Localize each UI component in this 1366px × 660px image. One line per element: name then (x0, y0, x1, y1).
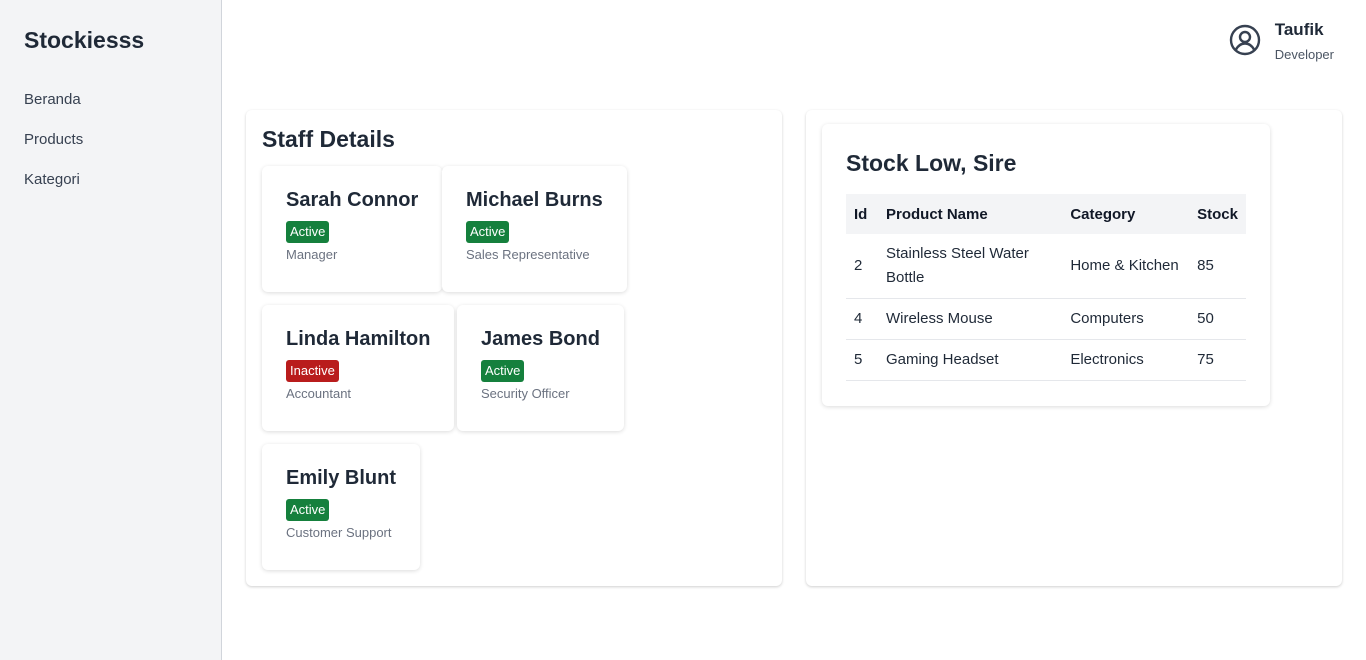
cell-product-name: Gaming Headset (877, 339, 1063, 381)
staff-role: Sales Representative (466, 247, 590, 262)
staff-name: Linda Hamilton (286, 328, 431, 350)
staff-panel: Staff Details Sarah Connor Active Manage… (246, 110, 782, 586)
column-header-id: Id (854, 205, 868, 223)
staff-card[interactable]: James Bond Active Security Officer (457, 305, 624, 431)
status-badge: Active (286, 221, 330, 243)
cell-id: 2 (846, 234, 878, 299)
table-row[interactable]: 2 Stainless Steel Water Bottle Home & Ki… (846, 234, 1246, 299)
column-header-stock: Stock (1197, 205, 1238, 223)
table-header-row: Id Product Name Category Stock (846, 194, 1246, 234)
stock-table: Id Product Name Category Stock 2 Stainle… (846, 194, 1246, 381)
stock-panel: Stock Low, Sire Id Product Name Category… (806, 110, 1342, 586)
status-badge: Inactive (286, 360, 339, 382)
cell-product-name: Wireless Mouse (877, 298, 1063, 340)
staff-role: Security Officer (481, 386, 570, 401)
user-name: Taufik (1274, 20, 1324, 39)
brand-logo[interactable]: Stockiesss (24, 27, 144, 54)
cell-category: Home & Kitchen (1062, 234, 1190, 299)
staff-title: Staff Details (262, 126, 395, 152)
staff-name: Michael Burns (466, 189, 603, 211)
cell-stock: 75 (1189, 339, 1246, 381)
user-role: Developer (1274, 47, 1334, 62)
staff-role: Manager (286, 247, 338, 262)
sidebar-item-products[interactable]: Products (24, 130, 83, 170)
cell-product-name: Stainless Steel Water Bottle (877, 234, 1063, 299)
column-header-category: Category (1070, 205, 1136, 223)
staff-name: Sarah Connor (286, 189, 419, 211)
sidebar-item-kategori[interactable]: Kategori (24, 170, 83, 210)
sidebar-nav: Beranda Products Kategori (24, 90, 83, 210)
sidebar-item-beranda[interactable]: Beranda (24, 90, 83, 130)
status-badge: Active (466, 221, 510, 243)
column-header-product-name: Product Name (885, 205, 988, 223)
staff-card[interactable]: Linda Hamilton Inactive Accountant (262, 305, 455, 431)
staff-role: Customer Support (286, 525, 392, 540)
staff-card[interactable]: Emily Blunt Active Customer Support (262, 444, 421, 570)
cell-stock: 50 (1189, 298, 1246, 340)
table-row[interactable]: 5 Gaming Headset Electronics 75 (846, 339, 1246, 381)
stock-title: Stock Low, Sire (846, 150, 1017, 176)
user-circle-icon (1229, 24, 1260, 56)
staff-name: Emily Blunt (286, 467, 397, 489)
user-profile[interactable]: Taufik Developer (1229, 18, 1334, 68)
stock-low-card: Stock Low, Sire Id Product Name Category… (822, 124, 1270, 406)
cell-id: 5 (846, 339, 878, 381)
staff-card[interactable]: Michael Burns Active Sales Representativ… (442, 166, 627, 292)
staff-name: James Bond (481, 328, 600, 350)
table-row[interactable]: 4 Wireless Mouse Computers 50 (846, 298, 1246, 340)
status-badge: Active (286, 499, 330, 521)
sidebar: Stockiesss Beranda Products Kategori (0, 0, 222, 660)
staff-card[interactable]: Sarah Connor Active Manager (262, 166, 443, 292)
cell-category: Electronics (1062, 339, 1190, 381)
status-badge: Active (481, 360, 525, 382)
cell-stock: 85 (1189, 234, 1246, 299)
user-info: Taufik Developer (1275, 18, 1334, 68)
staff-role: Accountant (286, 386, 352, 401)
cell-category: Computers (1062, 298, 1190, 340)
cell-id: 4 (846, 298, 878, 340)
